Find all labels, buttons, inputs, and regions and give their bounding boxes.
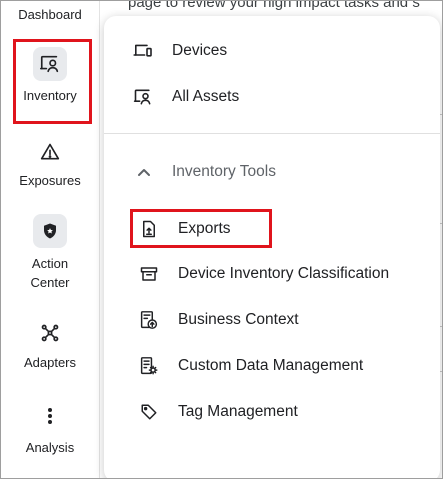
archive-box-icon (138, 263, 160, 285)
sidebar-item-label: Adapters (23, 355, 77, 370)
sidebar-item-exposures[interactable]: Exposures (1, 141, 99, 190)
sidebar-item-dashboard[interactable]: Dashboard (1, 5, 99, 24)
menu-item-tag-management[interactable]: Tag Management (104, 392, 434, 432)
sidebar-item-label-line1: Action (31, 256, 69, 271)
sidebar-item-label: Dashboard (18, 7, 82, 22)
menu-item-label: Devices (172, 42, 228, 59)
sidebar-item-adapters[interactable]: Adapters (1, 322, 99, 372)
devices-icon (132, 40, 154, 62)
menu-item-device-inventory-classification[interactable]: Device Inventory Classification (104, 254, 434, 294)
menu-item-label: Device Inventory Classification (178, 265, 390, 282)
menu-item-label: Custom Data Management (178, 357, 364, 374)
background-page-text: page to review your high impact tasks an… (128, 0, 420, 11)
section-header-inventory-tools[interactable]: Inventory Tools (104, 152, 434, 192)
highlight-box-exports (130, 209, 272, 248)
menu-item-custom-data-management[interactable]: Custom Data Management (104, 346, 434, 386)
all-assets-icon (132, 86, 154, 108)
warning-icon (1, 141, 99, 163)
menu-item-label: Tag Management (178, 403, 298, 420)
menu-item-all-assets[interactable]: All Assets (104, 77, 434, 117)
sidebar-item-action-center[interactable]: Action Center (1, 214, 99, 292)
tag-icon (138, 401, 160, 423)
chevron-up-icon (133, 161, 155, 183)
menu-item-business-context[interactable]: Business Context (104, 300, 434, 340)
sidebar-item-label: Exposures (19, 173, 81, 188)
sidebar-item-label-line2: Center (30, 275, 70, 290)
section-header-label: Inventory Tools (172, 163, 276, 180)
menu-item-devices[interactable]: Devices (104, 31, 434, 71)
menu-divider (104, 133, 440, 134)
highlight-box-inventory (13, 39, 92, 124)
adapters-icon (1, 322, 99, 344)
more-vert-icon (1, 405, 99, 427)
custom-data-icon (138, 355, 160, 377)
menu-item-label: All Assets (172, 88, 240, 105)
sidebar-nav: Dashboard Inventory Exposures Action Cen… (1, 1, 100, 478)
sidebar-item-label: Analysis (25, 440, 75, 455)
business-context-icon (138, 309, 160, 331)
menu-item-label: Business Context (178, 311, 299, 328)
shield-icon (33, 214, 67, 248)
screenshot-frame: page to review your high impact tasks an… (0, 0, 443, 479)
sidebar-item-analysis[interactable]: Analysis (1, 405, 99, 457)
